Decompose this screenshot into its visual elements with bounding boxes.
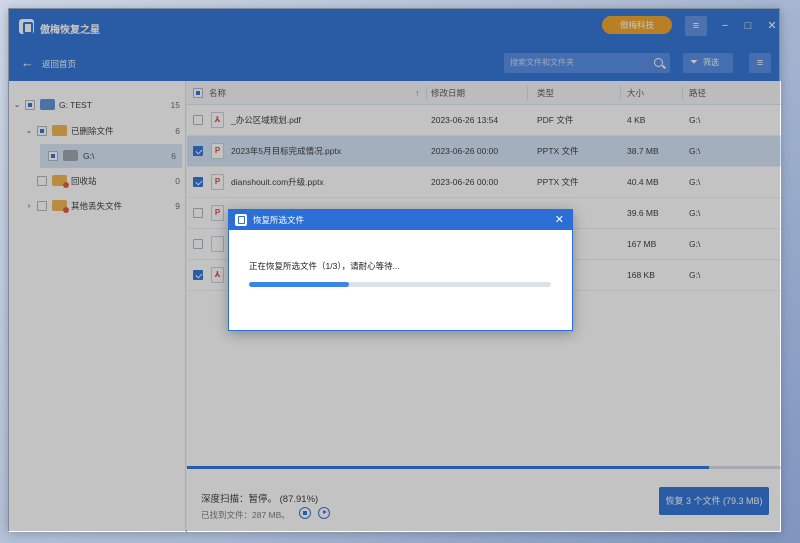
app-logo-icon bbox=[235, 214, 247, 226]
dialog-message: 正在恢复所选文件（1/3），请耐心等待... bbox=[249, 261, 400, 271]
close-icon[interactable]: ✕ bbox=[555, 210, 564, 230]
dialog-title: 恢复所选文件 bbox=[253, 215, 305, 225]
dialog-progress-fill bbox=[249, 282, 349, 287]
recovery-dialog: 恢复所选文件 ✕ 正在恢复所选文件（1/3），请耐心等待... bbox=[228, 209, 573, 331]
dialog-title-bar: 恢复所选文件 ✕ bbox=[229, 210, 572, 230]
dialog-progress-bar bbox=[249, 282, 551, 287]
